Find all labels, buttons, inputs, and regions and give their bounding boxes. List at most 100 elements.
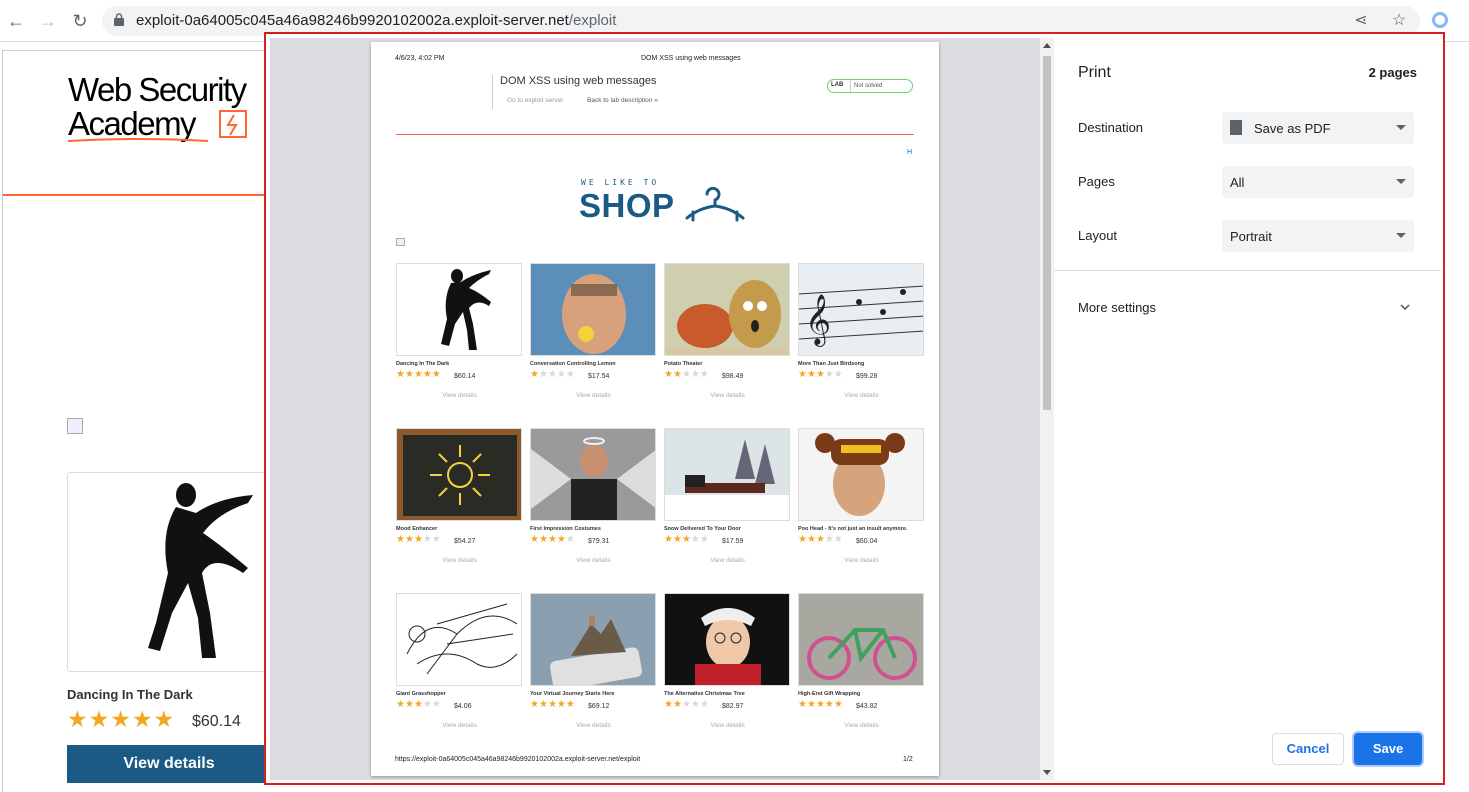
forward-arrow-icon[interactable]: →: [36, 9, 60, 33]
destination-value: Save as PDF: [1254, 121, 1331, 136]
layout-label: Layout: [1078, 228, 1118, 243]
preview-sheet: 4/6/23, 4:02 PM DOM XSS using web messag…: [371, 42, 939, 776]
shop-logo-text: SHOP: [579, 187, 675, 224]
lab-badge-status: Not solved: [854, 83, 883, 89]
product-rating: ★★★★★: [798, 534, 843, 545]
layout-value: Portrait: [1230, 229, 1272, 244]
product-price: $43.82: [856, 703, 878, 710]
preview-scrollbar[interactable]: [1040, 38, 1054, 780]
product-rating: ★★★★★: [530, 369, 575, 380]
product-rating: ★★★★★: [664, 534, 709, 545]
view-details-link: View details: [442, 392, 477, 399]
print-settings-panel: Print 2 pages Destination Save as PDF Pa…: [1054, 38, 1441, 780]
product-rating: ★★★★★: [664, 369, 709, 380]
logo-underline-icon: [68, 138, 209, 142]
layout-select[interactable]: Portrait: [1222, 220, 1414, 252]
broken-image-icon: [396, 238, 405, 246]
product-price: $17.54: [588, 373, 610, 380]
back-arrow-icon[interactable]: ←: [4, 9, 28, 33]
product-name: Dancing In The Dark: [396, 361, 450, 367]
view-details-link: View details: [442, 722, 477, 729]
product-image: [396, 428, 522, 521]
print-title: Print: [1078, 64, 1111, 81]
product-rating: ★★★★★: [396, 369, 441, 380]
product-name: Snow Delivered To Your Door: [664, 526, 741, 532]
product-card: High-End Gift Wrapping ★★★★★ $43.82 View de…: [798, 593, 925, 743]
page-count: 2 pages: [1368, 65, 1417, 80]
product-name: High-End Gift Wrapping: [798, 691, 861, 697]
destination-row: Destination Save as PDF: [1078, 112, 1418, 144]
product-name: Your Virtual Journey Starts Here: [530, 691, 615, 697]
product-card: 𝄞 More Than Just Birdsong ★★★★★ $99.28 View …: [798, 263, 925, 413]
product-image: 𝄞: [798, 263, 924, 356]
print-footer-page: 1/2: [903, 756, 913, 763]
scroll-up-icon[interactable]: [1043, 43, 1051, 48]
product-price: $98.49: [722, 373, 744, 380]
product-image: [396, 593, 522, 686]
lab-badge-label: LAB: [831, 82, 844, 88]
lock-icon: [114, 13, 124, 26]
web-security-academy-logo[interactable]: Web Security Academy: [68, 73, 268, 145]
product-card: Poo Head - It's not just an insult anymo…: [798, 428, 925, 578]
product-image: [664, 593, 790, 686]
product-rating: ★★★★★: [530, 699, 575, 710]
product-rating: ★★★★★: [798, 369, 843, 380]
view-details-link: View details: [844, 557, 879, 564]
product-name: More Than Just Birdsong: [798, 361, 865, 367]
product-rating: ★★★★★: [664, 699, 709, 710]
broken-image-icon: [67, 418, 83, 434]
view-details-link: View details: [710, 392, 745, 399]
product-name: Poo Head - It's not just an insult anymo…: [798, 526, 908, 532]
view-details-button[interactable]: View details: [67, 745, 271, 783]
view-details-link: View details: [844, 722, 879, 729]
print-header-title: DOM XSS using web messages: [641, 55, 741, 62]
product-name: Giant Grasshopper: [396, 691, 446, 697]
pdf-document-icon: [1230, 120, 1242, 135]
go-to-exploit-server-link: Go to exploit server: [507, 97, 564, 104]
bookmark-star-icon[interactable]: ☆: [1390, 12, 1408, 30]
settings-divider: [1054, 270, 1441, 271]
product-name: Conversation Controlling Lemon: [530, 361, 616, 367]
scrollbar-thumb[interactable]: [1043, 56, 1051, 410]
product-name: The Alternative Christmas Tree: [664, 691, 745, 697]
product-card: Giant Grasshopper ★★★★★ $4.06 View details: [396, 593, 523, 743]
header-divider: [3, 194, 270, 196]
logo-bolt-icon: [219, 110, 247, 138]
share-icon[interactable]: ⋖: [1352, 12, 1370, 30]
product-price: $69.12: [588, 703, 610, 710]
destination-select[interactable]: Save as PDF: [1222, 112, 1414, 144]
product-image: [530, 428, 656, 521]
product-name: Mood Enhancer: [396, 526, 438, 532]
save-button[interactable]: Save: [1354, 733, 1422, 765]
pages-select[interactable]: All: [1222, 166, 1414, 198]
product-price: $99.28: [856, 373, 878, 380]
product-price: $79.31: [588, 538, 610, 545]
product-name: First Impression Costumes: [530, 526, 601, 532]
extension-icon[interactable]: [1432, 12, 1448, 28]
product-name: Potato Theater: [664, 361, 703, 367]
reload-icon[interactable]: ↻: [68, 9, 92, 33]
hanger-icon: [685, 186, 745, 222]
chevron-down-icon[interactable]: [1398, 300, 1412, 314]
product-price: $60.14: [454, 373, 476, 380]
product-price: $82.97: [722, 703, 744, 710]
home-link: H: [907, 149, 913, 156]
product-image-card[interactable]: [67, 472, 271, 672]
lab-title: DOM XSS using web messages: [500, 75, 657, 87]
print-preview-area: 4/6/23, 4:02 PM DOM XSS using web messag…: [270, 38, 1054, 780]
cancel-button[interactable]: Cancel: [1272, 733, 1344, 765]
product-card: The Alternative Christmas Tree ★★★★★ $82.9…: [664, 593, 791, 743]
view-details-link: View details: [576, 557, 611, 564]
product-price: $4.06: [454, 703, 472, 710]
more-settings-toggle[interactable]: More settings: [1078, 300, 1156, 315]
view-details-link: View details: [442, 557, 477, 564]
product-price: $17.59: [722, 538, 744, 545]
product-rating: ★★★★★: [798, 699, 843, 710]
header-rule: [396, 134, 914, 135]
scroll-down-icon[interactable]: [1043, 770, 1051, 775]
product-rating: ★★★★★: [396, 534, 441, 545]
product-card: Snow Delivered To Your Door ★★★★★ $17.59 Vi…: [664, 428, 791, 578]
product-title: Dancing In The Dark: [67, 687, 193, 702]
dropdown-caret-icon: [1396, 179, 1406, 184]
product-rating: ★★★★★: [396, 699, 441, 710]
